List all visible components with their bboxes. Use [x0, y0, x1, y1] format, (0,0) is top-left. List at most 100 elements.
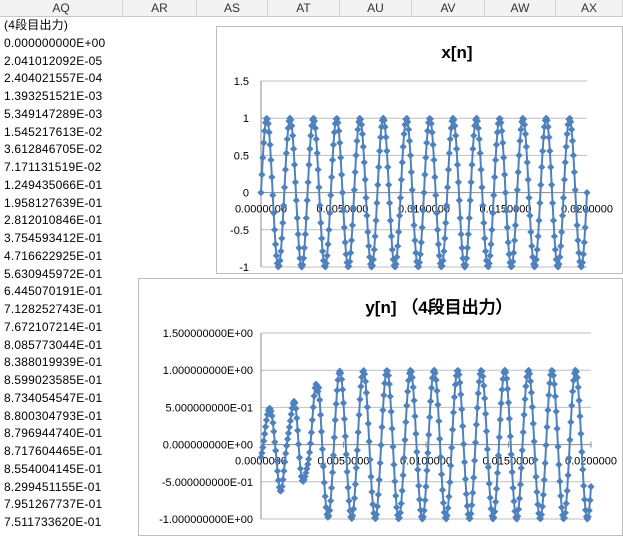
- cell-aq-10[interactable]: 1.249435066E-01: [4, 177, 102, 194]
- data-point: [344, 483, 352, 492]
- data-point: [574, 383, 582, 391]
- cell-aq-13[interactable]: 3.754593412E-01: [4, 230, 102, 247]
- cell-aq-18[interactable]: 7.672107214E-01: [4, 319, 102, 336]
- data-point: [402, 418, 410, 426]
- chart-x-n[interactable]: x[n] 1.510.50-0.5-10.00000000.00500000.0…: [216, 26, 623, 274]
- data-point: [305, 455, 313, 463]
- cell-aq-19[interactable]: 8.085773044E-01: [4, 337, 102, 354]
- cell-aq-17[interactable]: 7.128252743E-01: [4, 301, 102, 318]
- data-point: [280, 467, 288, 475]
- data-point: [468, 501, 476, 509]
- cell-aq-22[interactable]: 8.734054547E-01: [4, 390, 102, 407]
- data-point: [370, 245, 378, 254]
- column-header-av[interactable]: AV: [412, 0, 485, 17]
- cell-aq-20[interactable]: 8.388019939E-01: [4, 354, 102, 371]
- cell-aq-25[interactable]: 8.717604465E-01: [4, 443, 102, 460]
- column-header-au[interactable]: AU: [340, 0, 412, 17]
- data-point: [566, 436, 574, 444]
- data-point: [546, 147, 554, 155]
- y-tick-label: 0: [243, 188, 249, 200]
- cell-aq-7[interactable]: 1.545217613E-02: [4, 124, 102, 141]
- chart-plot-area: 1.510.50-0.5-10.00000000.00500000.010000…: [230, 76, 613, 274]
- data-point: [522, 143, 530, 151]
- column-header-as[interactable]: AS: [197, 0, 268, 17]
- data-point: [578, 448, 586, 456]
- data-point: [568, 137, 577, 145]
- cell-aq-15[interactable]: 5.630945972E-01: [4, 266, 102, 283]
- data-point: [450, 393, 459, 401]
- data-point: [371, 232, 379, 240]
- cell-aq-14[interactable]: 4.716622925E-01: [4, 248, 102, 265]
- data-point: [522, 382, 530, 390]
- data-point: [285, 423, 294, 431]
- cell-aq-24[interactable]: 8.796944740E-01: [4, 425, 102, 442]
- series: [257, 114, 591, 271]
- cell-aq-26[interactable]: 8.554004145E-01: [4, 461, 102, 478]
- data-point: [477, 166, 485, 174]
- data-point: [485, 480, 493, 488]
- data-point: [529, 420, 537, 428]
- data-point: [474, 389, 482, 397]
- data-point: [528, 242, 536, 250]
- data-point: [545, 133, 553, 141]
- data-point: [362, 194, 370, 202]
- data-point: [320, 478, 328, 487]
- cell-aq-4[interactable]: 2.404021557E-04: [4, 70, 102, 87]
- data-point: [325, 226, 333, 234]
- data-point: [548, 181, 556, 189]
- data-point: [573, 221, 581, 229]
- cell-aq-1[interactable]: (4段目出力): [4, 17, 68, 34]
- cell-aq-9[interactable]: 7.171131519E-02: [4, 159, 102, 176]
- column-header-ar[interactable]: AR: [123, 0, 197, 17]
- data-point: [559, 194, 568, 202]
- chart-y-n[interactable]: y[n] （4段目出力） 1.500000000E+00 1.000000000E…: [138, 278, 623, 536]
- data-point: [453, 161, 462, 169]
- cell-aq-3[interactable]: 2.041012092E-05: [4, 53, 102, 70]
- cell-aq-12[interactable]: 2.812010846E-01: [4, 212, 102, 229]
- data-point: [466, 196, 474, 204]
- data-point: [491, 156, 500, 164]
- data-point: [551, 392, 559, 401]
- data-point: [453, 145, 461, 153]
- data-point: [289, 132, 297, 140]
- cell-aq-27[interactable]: 8.299451155E-01: [4, 479, 102, 496]
- data-point: [448, 426, 457, 434]
- cell-aq-5[interactable]: 1.393251521E-03: [4, 88, 102, 105]
- x-tick-label: 0.0200000: [565, 456, 617, 468]
- column-headers: AQ AR AS AT AU AV AW AX: [0, 0, 623, 17]
- data-point: [445, 493, 453, 501]
- cell-aq-29[interactable]: 7.511733620E-01: [4, 514, 102, 531]
- cell-aq-8[interactable]: 3.612846705E-02: [4, 141, 102, 158]
- cell-aq-28[interactable]: 7.951267737E-01: [4, 496, 102, 513]
- data-point: [495, 433, 503, 441]
- data-point: [438, 486, 447, 494]
- data-point: [412, 430, 420, 438]
- data-point: [454, 178, 463, 186]
- data-point: [305, 161, 313, 169]
- data-point: [553, 425, 561, 433]
- data-point: [460, 458, 469, 466]
- data-point: [421, 496, 429, 504]
- data-point: [283, 442, 291, 450]
- data-point: [563, 130, 571, 138]
- data-point: [465, 214, 473, 222]
- cell-aq-16[interactable]: 6.445070191E-01: [4, 283, 102, 300]
- column-header-at[interactable]: AT: [268, 0, 340, 17]
- data-point: [292, 196, 300, 204]
- data-point: [305, 448, 314, 456]
- cell-aq-23[interactable]: 8.800304793E-01: [4, 408, 102, 425]
- cell-aq-2[interactable]: 0.000000000E+00: [4, 35, 105, 52]
- data-point: [353, 446, 361, 454]
- data-point: [446, 135, 454, 143]
- cell-aq-6[interactable]: 5.349147289E-03: [4, 106, 102, 123]
- data-point: [469, 489, 477, 497]
- column-header-aq[interactable]: AQ: [0, 0, 123, 17]
- column-header-aw[interactable]: AW: [485, 0, 556, 17]
- data-point: [434, 240, 443, 248]
- data-point: [551, 245, 559, 254]
- column-header-ax[interactable]: AX: [556, 0, 623, 17]
- data-point: [315, 183, 323, 192]
- cell-aq-21[interactable]: 8.599023585E-01: [4, 372, 102, 389]
- data-point: [481, 247, 490, 255]
- cell-aq-11[interactable]: 1.958127639E-01: [4, 195, 102, 212]
